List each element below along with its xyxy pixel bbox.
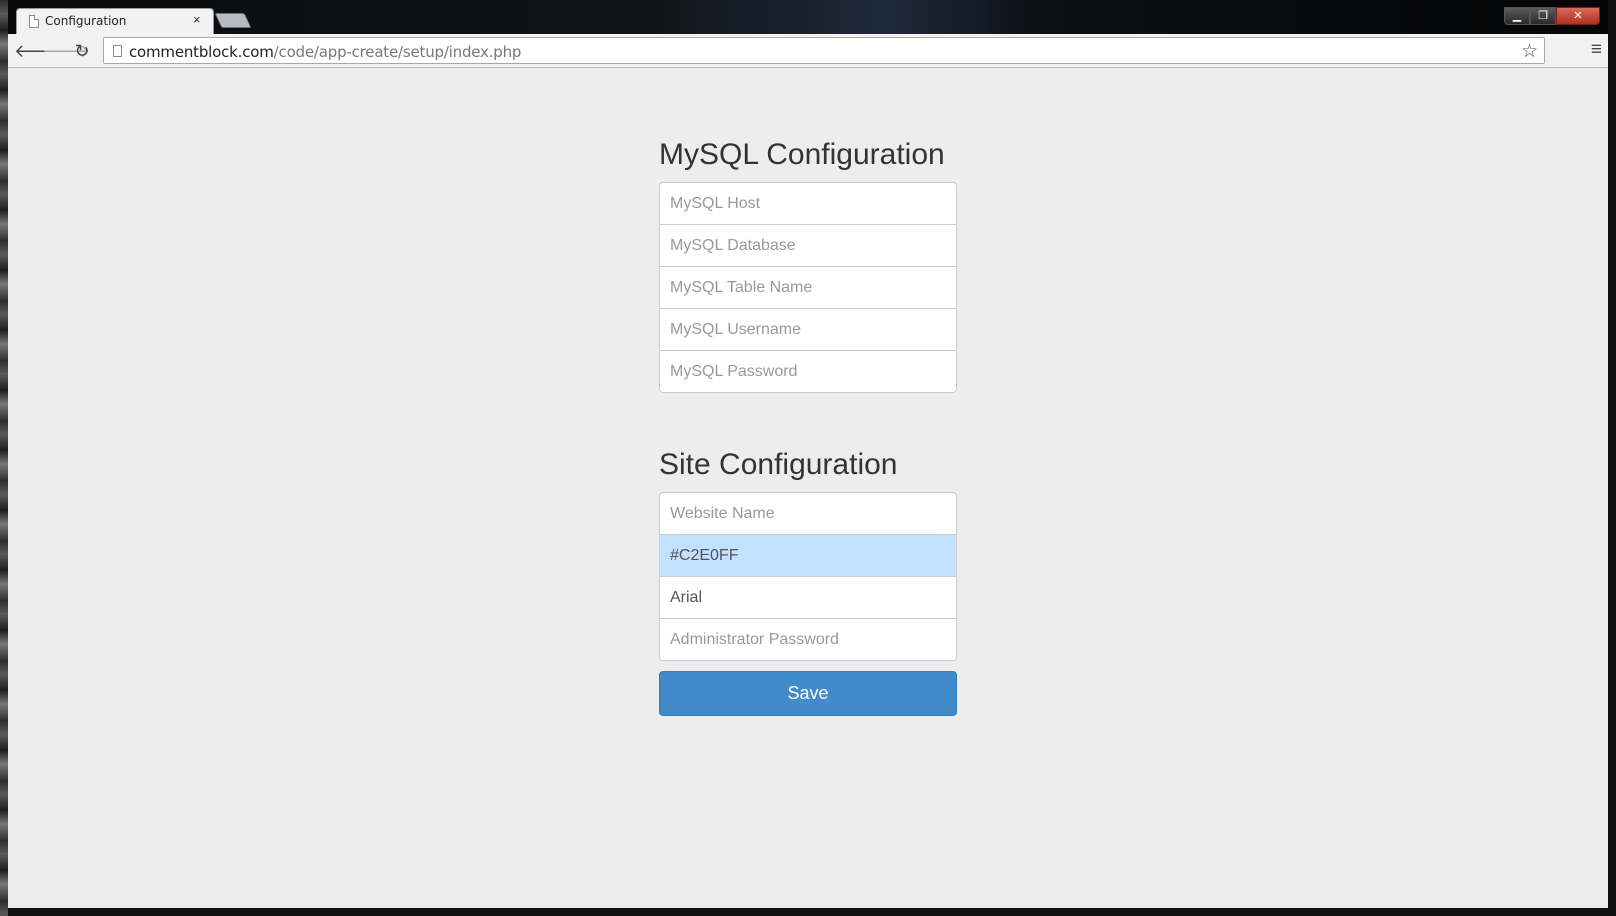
save-button[interactable]: Save: [659, 671, 957, 716]
site-fields: [659, 492, 957, 661]
close-window-button[interactable]: ✕: [1556, 7, 1600, 25]
desktop-wallpaper-edge: [0, 0, 8, 916]
page-icon: [113, 45, 122, 57]
mysql-host-input[interactable]: [659, 182, 957, 225]
website-name-input[interactable]: [659, 492, 957, 535]
url-path: /code/app-create/setup/index.php: [273, 43, 522, 61]
new-tab-button[interactable]: [214, 13, 252, 28]
mysql-section-title: MySQL Configuration: [659, 138, 945, 171]
restore-button[interactable]: ❐: [1530, 7, 1556, 25]
url-text: commentblock.com/code/app-create/setup/i…: [129, 43, 521, 61]
admin-password-input[interactable]: [659, 618, 957, 661]
url-domain: commentblock.com: [129, 43, 274, 61]
bookmark-star-icon[interactable]: ☆: [1521, 40, 1538, 63]
mysql-table-input[interactable]: [659, 266, 957, 309]
page-content: MySQL Configuration Site Configuration: [8, 69, 1608, 908]
mysql-database-input[interactable]: [659, 224, 957, 267]
color-input[interactable]: [659, 534, 957, 577]
mysql-password-input[interactable]: [659, 350, 957, 393]
tab-strip: Configuration × ▁ ❐ ✕: [8, 0, 1608, 34]
reload-icon[interactable]: ↻: [70, 39, 94, 63]
menu-icon[interactable]: ≡: [1591, 40, 1602, 60]
back-arrow-icon[interactable]: 🡐: [14, 39, 62, 63]
mysql-config-section: MySQL Configuration: [659, 138, 957, 393]
browser-toolbar: 🡐 🡒 ↻ commentblock.com/code/app-create/s…: [8, 34, 1608, 68]
desktop: Configuration × ▁ ❐ ✕ 🡐 🡒 ↻ commentblock…: [0, 0, 1616, 916]
mysql-username-input[interactable]: [659, 308, 957, 351]
tab-title: Configuration: [45, 14, 127, 28]
browser-window: Configuration × ▁ ❐ ✕ 🡐 🡒 ↻ commentblock…: [8, 0, 1608, 908]
font-input[interactable]: [659, 576, 957, 619]
mysql-fields: [659, 182, 957, 393]
page-icon: [29, 15, 39, 28]
forward-arrow-icon[interactable]: 🡒: [42, 39, 90, 63]
site-section-title: Site Configuration: [659, 448, 898, 481]
address-bar[interactable]: commentblock.com/code/app-create/setup/i…: [103, 37, 1545, 64]
site-config-section: Site Configuration Save: [659, 448, 957, 716]
window-controls: ▁ ❐ ✕: [1504, 7, 1600, 25]
close-icon[interactable]: ×: [193, 12, 201, 27]
minimize-button[interactable]: ▁: [1504, 7, 1530, 25]
tab-configuration[interactable]: Configuration ×: [16, 8, 214, 34]
